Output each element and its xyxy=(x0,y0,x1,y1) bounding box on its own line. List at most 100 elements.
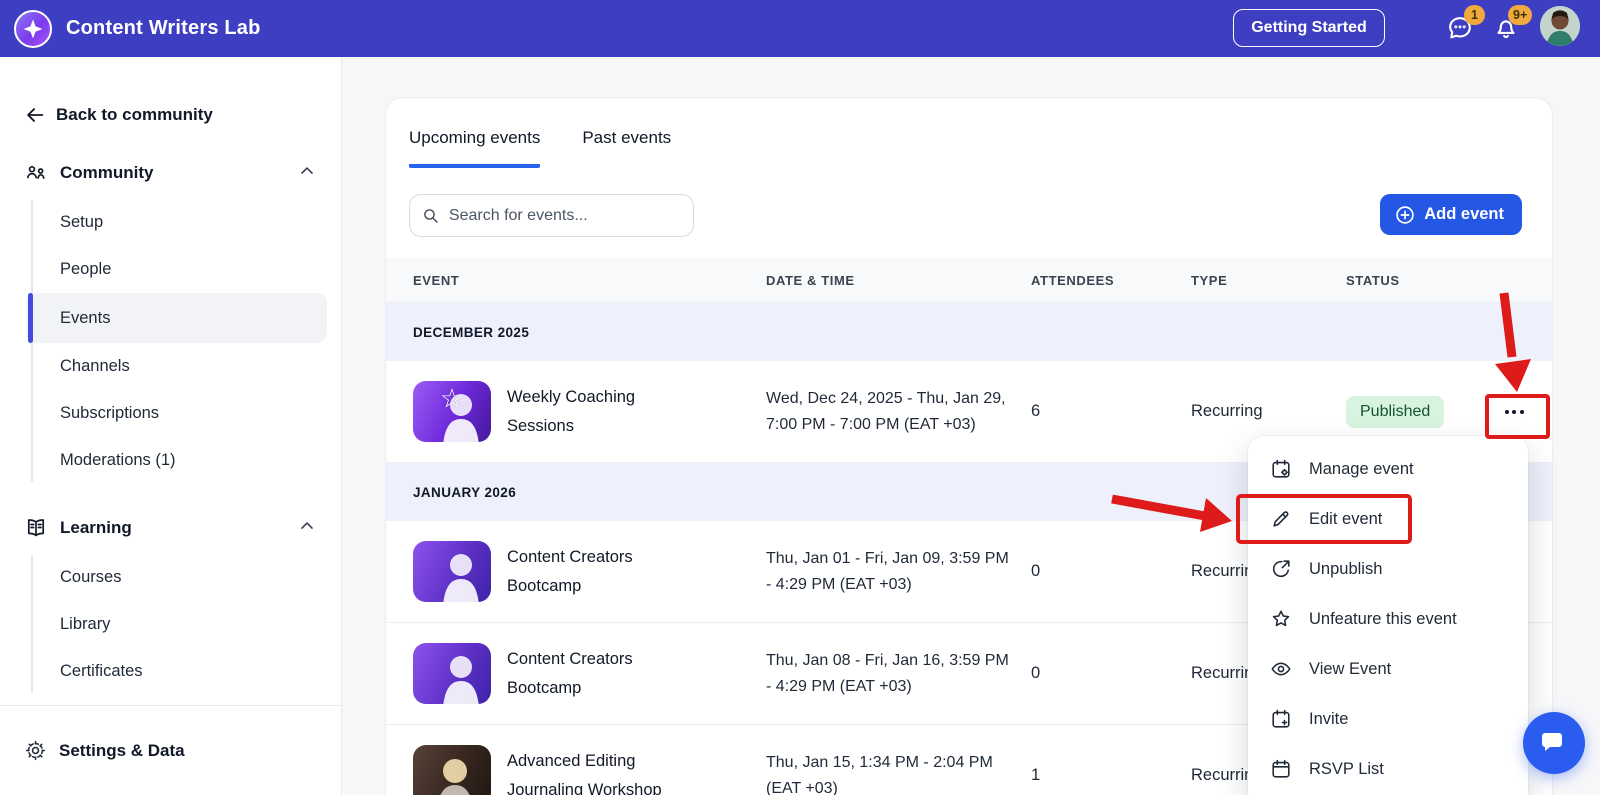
back-label: Back to community xyxy=(56,105,213,124)
sidebar-item-channels[interactable]: Channels xyxy=(0,343,341,390)
menu-item-label: Invite xyxy=(1309,709,1349,728)
community-logo[interactable] xyxy=(14,9,52,48)
chat-widget-icon xyxy=(1542,733,1562,751)
eye-icon xyxy=(1271,662,1291,676)
sidebar-item-setup[interactable]: Setup xyxy=(0,199,341,246)
event-datetime: Thu, Jan 08 - Fri, Jan 16, 3:59 PM - 4:2… xyxy=(766,651,1009,695)
back-arrow-icon xyxy=(27,108,44,122)
sidebar-item-moderations[interactable]: Moderations (1) xyxy=(0,437,341,484)
sparkle-icon xyxy=(23,19,43,38)
sidebar-item-library[interactable]: Library xyxy=(0,601,341,648)
tab-upcoming-events[interactable]: Upcoming events xyxy=(409,128,541,168)
sidebar-item-courses[interactable]: Courses xyxy=(0,554,341,601)
community-title: Content Writers Lab xyxy=(66,17,261,39)
menu-item-label: Unfeature this event xyxy=(1309,609,1457,628)
sidebar-item-certificates[interactable]: Certificates xyxy=(0,648,341,695)
event-title: Content Creators Bootcamp xyxy=(507,649,633,697)
event-title: Advanced Editing Journaling Workshop xyxy=(507,751,662,795)
event-thumbnail: ☆ xyxy=(413,381,491,442)
top-header: Content Writers Lab Getting Started 1 9+ xyxy=(0,0,1600,57)
search-input[interactable] xyxy=(448,206,681,225)
sidebar-section-learning[interactable]: Learning xyxy=(0,504,341,552)
thumbnail-person-figure xyxy=(443,554,479,602)
event-type: Recurring xyxy=(1191,402,1263,420)
menu-item-invite[interactable]: Invite xyxy=(1248,694,1528,744)
event-thumbnail xyxy=(413,643,491,704)
item-label: Events xyxy=(60,308,111,327)
event-datetime: Wed, Dec 24, 2025 - Thu, Jan 29, 7:00 PM… xyxy=(766,389,1006,433)
thumbnail-person-figure xyxy=(443,656,479,704)
menu-item-manage-event[interactable]: Manage event xyxy=(1248,444,1528,494)
event-thumbnail xyxy=(413,745,491,795)
row-actions-menu: Manage event Edit event Unpublish Unfeat… xyxy=(1248,436,1528,795)
col-status: STATUS xyxy=(1346,272,1400,288)
menu-item-view-event[interactable]: View Event xyxy=(1248,644,1528,694)
event-datetime: Thu, Jan 01 - Fri, Jan 09, 3:59 PM - 4:2… xyxy=(766,549,1009,593)
active-indicator xyxy=(28,293,33,343)
row-actions-button[interactable] xyxy=(1491,396,1537,427)
chat-launcher-button[interactable] xyxy=(1523,712,1585,774)
menu-item-label: Manage event xyxy=(1309,459,1414,478)
sidebar-section-community[interactable]: Community xyxy=(0,149,341,197)
col-event: EVENT xyxy=(413,272,460,288)
item-label: Library xyxy=(60,615,111,633)
arrow-circle-icon xyxy=(1272,560,1290,578)
search-icon xyxy=(424,208,438,223)
menu-item-edit-event[interactable]: Edit event xyxy=(1248,494,1528,544)
col-attendees: ATTENDEES xyxy=(1031,272,1115,288)
menu-item-label: View Event xyxy=(1309,659,1392,678)
col-datetime: DATE & TIME xyxy=(766,272,855,288)
thumbnail-person-figure xyxy=(440,759,470,795)
menu-item-unpublish[interactable]: Unpublish xyxy=(1248,544,1528,594)
menu-item-rsvp-list[interactable]: RSVP List xyxy=(1248,744,1528,794)
item-label: Certificates xyxy=(60,662,143,680)
sidebar-item-people[interactable]: People xyxy=(0,246,341,293)
event-title: Weekly Coaching Sessions xyxy=(507,387,636,435)
events-toolbar: Add event xyxy=(386,168,1552,242)
add-event-button[interactable]: Add event xyxy=(1380,194,1522,235)
chevron-up-icon[interactable] xyxy=(297,161,317,186)
learning-section-label: Learning xyxy=(60,518,132,537)
chevron-up-icon[interactable] xyxy=(297,516,317,541)
item-label: Moderations (1) xyxy=(60,451,176,469)
item-label: Courses xyxy=(60,568,122,586)
item-label: Channels xyxy=(60,357,130,375)
event-attendees: 1 xyxy=(1031,766,1041,784)
item-label: Subscriptions xyxy=(60,404,160,422)
admin-sidebar: Back to community Community Setup People… xyxy=(0,57,342,795)
community-people-icon xyxy=(24,161,50,185)
calendar-plus-icon xyxy=(1272,709,1290,728)
event-attendees: 0 xyxy=(1031,664,1041,682)
messages-badge: 1 xyxy=(1464,5,1485,25)
events-search[interactable] xyxy=(409,194,694,237)
menu-item-label: Edit event xyxy=(1309,509,1383,528)
table-header-row: EVENT DATE & TIME ATTENDEES TYPE STATUS xyxy=(386,258,1552,303)
back-to-community-link[interactable]: Back to community xyxy=(0,95,341,135)
calendar-gear-icon xyxy=(1272,459,1290,478)
calendar-icon xyxy=(1272,759,1290,778)
event-thumbnail xyxy=(413,541,491,602)
menu-item-label: Unpublish xyxy=(1309,559,1383,578)
events-tabs: Upcoming events Past events xyxy=(386,98,1552,168)
event-attendees: 0 xyxy=(1031,562,1041,580)
learning-subnav: Courses Library Certificates xyxy=(0,552,341,701)
settings-and-data-link[interactable]: Settings & Data xyxy=(0,705,341,795)
menu-item-unfeature-event[interactable]: Unfeature this event xyxy=(1248,594,1528,644)
event-title: Content Creators Bootcamp xyxy=(507,547,633,595)
user-avatar[interactable] xyxy=(1540,6,1580,46)
notifications-badge: 9+ xyxy=(1508,5,1533,25)
getting-started-button[interactable]: Getting Started xyxy=(1233,9,1385,47)
star-icon xyxy=(1272,610,1290,627)
sidebar-item-subscriptions[interactable]: Subscriptions xyxy=(0,390,341,437)
gear-icon xyxy=(25,740,46,761)
item-label: Setup xyxy=(60,213,104,231)
menu-item-label: RSVP List xyxy=(1309,759,1384,778)
star-overlay-icon: ☆ xyxy=(439,383,465,414)
community-subnav: Setup People Events Channels Subscriptio… xyxy=(0,197,341,490)
sidebar-item-events[interactable]: Events xyxy=(26,293,327,343)
learning-book-icon xyxy=(24,516,50,540)
community-section-label: Community xyxy=(60,163,154,182)
settings-label: Settings & Data xyxy=(59,740,185,760)
item-label: People xyxy=(60,260,112,278)
tab-past-events[interactable]: Past events xyxy=(582,128,671,168)
